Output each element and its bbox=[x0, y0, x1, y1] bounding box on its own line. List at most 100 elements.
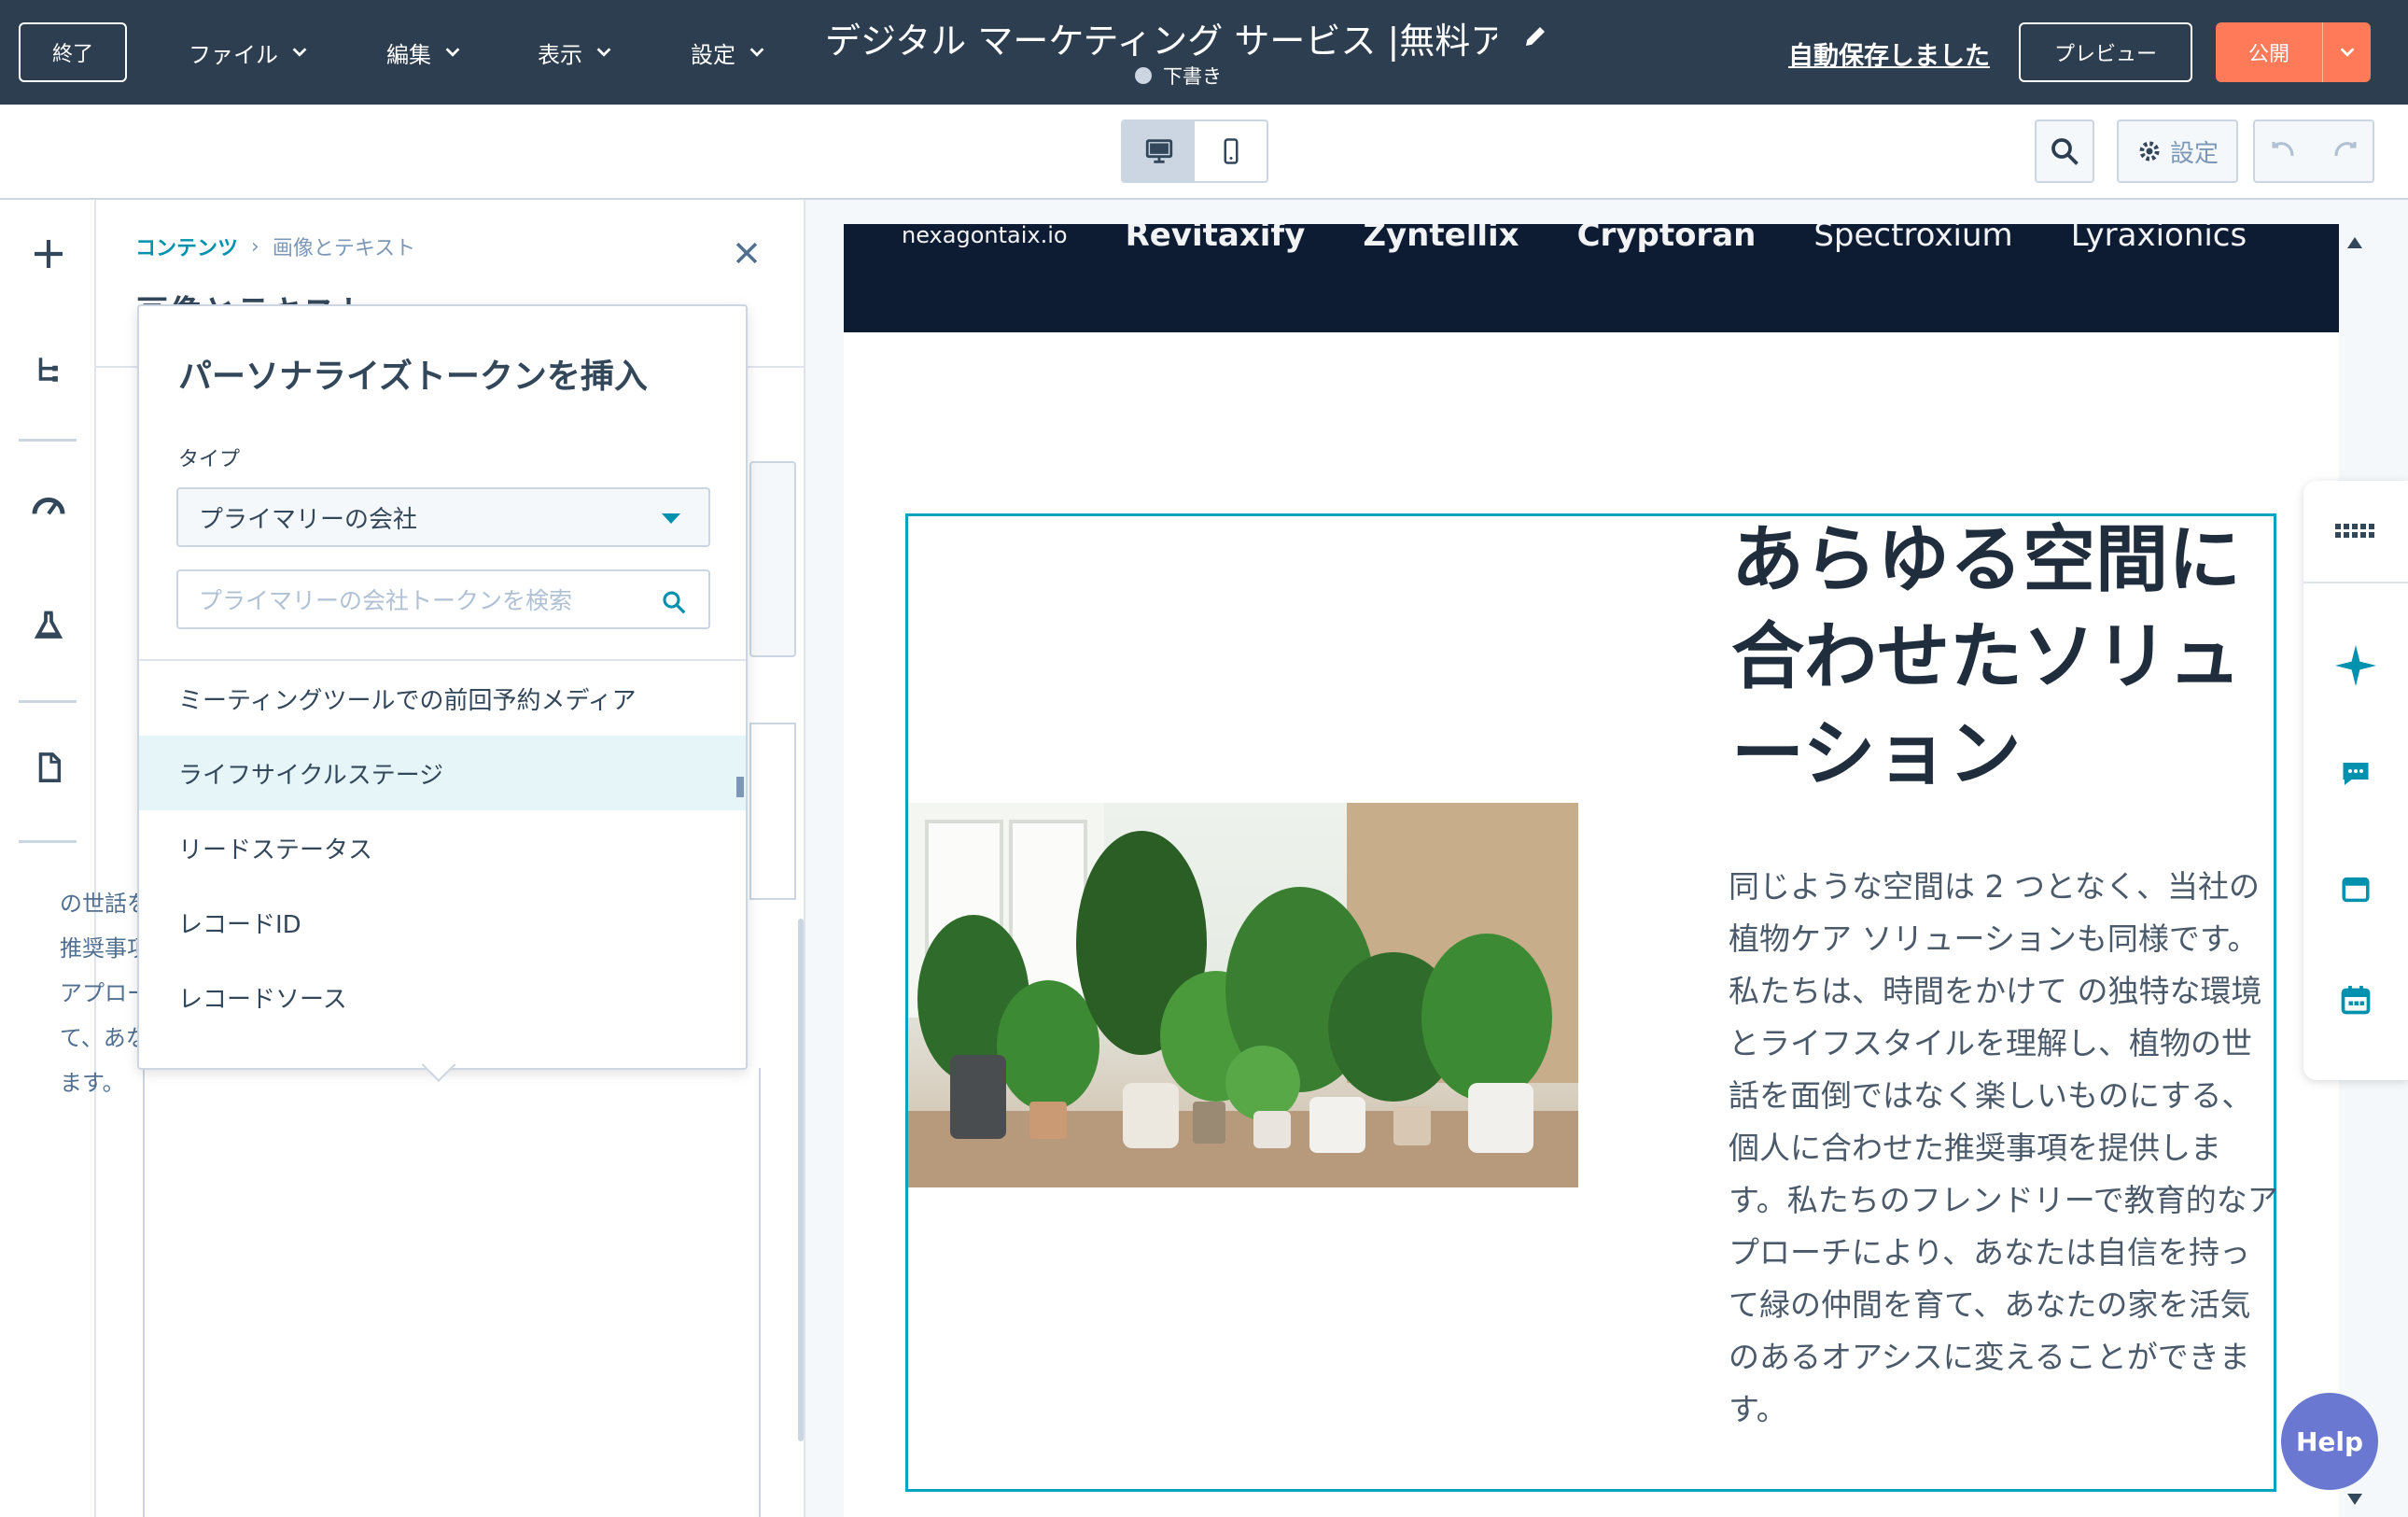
chat-icon bbox=[2343, 763, 2369, 785]
autosave-link[interactable]: 自動保存しました bbox=[1788, 35, 1990, 72]
settings-button[interactable]: 設定 bbox=[2117, 119, 2238, 183]
logo-list: nexagontaix.io Revitaxify Zyntellix Cryp… bbox=[902, 224, 2247, 254]
section-heading[interactable]: あらゆる空間に合わせたソリューション bbox=[1731, 512, 2273, 803]
menu-edit-label: 編集 bbox=[386, 41, 431, 68]
exit-button[interactable]: 終了 bbox=[19, 22, 127, 82]
publish-button-label[interactable]: 公開 bbox=[2216, 22, 2322, 82]
calendar-icon bbox=[2341, 986, 2371, 1015]
chevron-down-icon bbox=[596, 48, 611, 57]
gauge-icon bbox=[32, 497, 65, 515]
chevron-down-icon bbox=[749, 48, 764, 57]
grid-menu-button[interactable] bbox=[2330, 505, 2382, 557]
token-item[interactable]: ミーティングツールでの前回予約メディア bbox=[139, 661, 746, 736]
logo-item: Revitaxify bbox=[1125, 224, 1306, 254]
token-search-input[interactable]: プライマリーの会社トークンを検索 bbox=[176, 569, 710, 629]
undo-icon[interactable] bbox=[2267, 137, 2299, 165]
publish-button[interactable]: 公開 bbox=[2216, 22, 2371, 82]
mobile-view-button[interactable] bbox=[1195, 121, 1267, 181]
menu-settings-label: 設定 bbox=[691, 41, 735, 68]
search-icon bbox=[663, 591, 686, 614]
redo-icon[interactable] bbox=[2330, 137, 2361, 165]
panel-scrollbar[interactable] bbox=[798, 919, 804, 1441]
section-body-text[interactable]: 同じような空間は 2 つとなく、当社の植物ケア ソリューションも同様です。私たち… bbox=[1729, 861, 2279, 1436]
right-tool-rail bbox=[2303, 481, 2408, 1080]
token-item-highlighted[interactable]: ライフサイクルステージ bbox=[139, 736, 746, 810]
layers-button[interactable] bbox=[22, 344, 75, 396]
optimize-button[interactable] bbox=[22, 480, 75, 532]
sparkle-icon bbox=[2335, 645, 2376, 686]
breadcrumb: コンテンツ › 画像とテキスト bbox=[135, 232, 415, 261]
type-select-value: プライマリーの会社 bbox=[199, 505, 418, 534]
mobile-icon bbox=[1224, 138, 1238, 164]
left-rail bbox=[0, 200, 96, 1517]
field-box[interactable] bbox=[749, 461, 796, 657]
top-header: 終了 ファイル 編集 表示 設定 デジタル マーケティング サービス |無料ア … bbox=[0, 0, 2408, 105]
undo-redo-group bbox=[2253, 119, 2374, 183]
add-module-button[interactable] bbox=[22, 228, 75, 280]
chevron-down-icon bbox=[445, 48, 460, 57]
rail-divider bbox=[19, 840, 77, 843]
help-button[interactable]: Help bbox=[2281, 1393, 2378, 1490]
rail-divider bbox=[2303, 582, 2408, 583]
preview-button[interactable]: プレビュー bbox=[2019, 22, 2192, 82]
publish-dropdown[interactable] bbox=[2322, 22, 2371, 82]
chevron-right-icon: › bbox=[251, 234, 259, 259]
token-list-scrollbar[interactable] bbox=[736, 777, 744, 797]
gear-icon bbox=[2139, 141, 2160, 162]
editor-toolbar: 設定 bbox=[0, 105, 2408, 200]
comments-button[interactable] bbox=[2330, 748, 2382, 800]
logo-item: Lyraxionics bbox=[2070, 224, 2247, 254]
token-list: ミーティングツールでの前回予約メディア ライフサイクルステージ リードステータス… bbox=[139, 661, 746, 1068]
menu-edit[interactable]: 編集 bbox=[386, 0, 463, 105]
calendar-button[interactable] bbox=[2330, 974, 2382, 1026]
search-icon bbox=[2051, 138, 2079, 165]
chevron-down-icon bbox=[2340, 48, 2354, 57]
logo-item: Cryptoran bbox=[1576, 224, 1757, 254]
rail-divider bbox=[19, 439, 77, 442]
token-item[interactable]: リードステータス bbox=[139, 810, 746, 885]
document-icon bbox=[38, 752, 62, 782]
token-popover: パーソナライズトークンを挿入 タイプ プライマリーの会社 プライマリーの会社トー… bbox=[137, 304, 748, 1082]
scroll-down-icon[interactable] bbox=[2347, 1494, 2362, 1505]
browser-button[interactable] bbox=[2330, 864, 2382, 916]
page-title[interactable]: デジタル マーケティング サービス |無料ア bbox=[825, 13, 1497, 62]
chevron-down-icon bbox=[292, 48, 307, 57]
logo-strip[interactable]: nexagontaix.io Revitaxify Zyntellix Cryp… bbox=[844, 224, 2339, 332]
token-search-placeholder: プライマリーの会社トークンを検索 bbox=[199, 587, 573, 614]
search-button[interactable] bbox=[2035, 119, 2094, 183]
device-toggle bbox=[1121, 119, 1268, 183]
rail-divider bbox=[19, 700, 77, 703]
rich-text-editor[interactable] bbox=[143, 1068, 761, 1517]
field-box[interactable] bbox=[749, 723, 796, 900]
plants-illustration bbox=[908, 803, 1578, 1187]
flask-icon bbox=[34, 611, 63, 639]
type-select[interactable]: プライマリーの会社 bbox=[176, 487, 710, 547]
status-text: 下書き bbox=[1163, 65, 1222, 88]
close-icon[interactable] bbox=[731, 237, 763, 269]
popover-title: パーソナライズトークンを挿入 bbox=[178, 358, 648, 396]
scroll-up-icon[interactable] bbox=[2347, 237, 2362, 248]
plants-image[interactable] bbox=[908, 803, 1578, 1187]
grid-dots-icon bbox=[2335, 524, 2374, 538]
test-button[interactable] bbox=[22, 599, 75, 652]
token-item[interactable]: レコードID bbox=[139, 885, 746, 960]
desktop-view-button[interactable] bbox=[1123, 121, 1195, 181]
pencil-icon[interactable] bbox=[1521, 22, 1549, 50]
menu-view[interactable]: 表示 bbox=[538, 0, 614, 105]
logo-item: nexagontaix.io bbox=[902, 224, 1068, 248]
page-settings-button[interactable] bbox=[22, 741, 75, 794]
logo-item: Zyntellix bbox=[1363, 224, 1519, 254]
caret-down-icon bbox=[662, 513, 680, 524]
ai-assistant-button[interactable] bbox=[2330, 639, 2382, 692]
logo-item: Spectroxium bbox=[1813, 224, 2013, 254]
tree-icon bbox=[38, 358, 58, 382]
menu-file[interactable]: ファイル bbox=[189, 0, 310, 105]
menu-settings[interactable]: 設定 bbox=[691, 0, 767, 105]
status-dot bbox=[1135, 67, 1152, 84]
breadcrumb-root[interactable]: コンテンツ bbox=[135, 232, 238, 261]
plus-icon bbox=[35, 240, 63, 268]
menu-file-label: ファイル bbox=[189, 41, 278, 68]
token-item[interactable]: レコードソース bbox=[139, 960, 746, 1034]
browser-window-icon bbox=[2342, 877, 2370, 903]
settings-button-label: 設定 bbox=[2169, 139, 2219, 168]
